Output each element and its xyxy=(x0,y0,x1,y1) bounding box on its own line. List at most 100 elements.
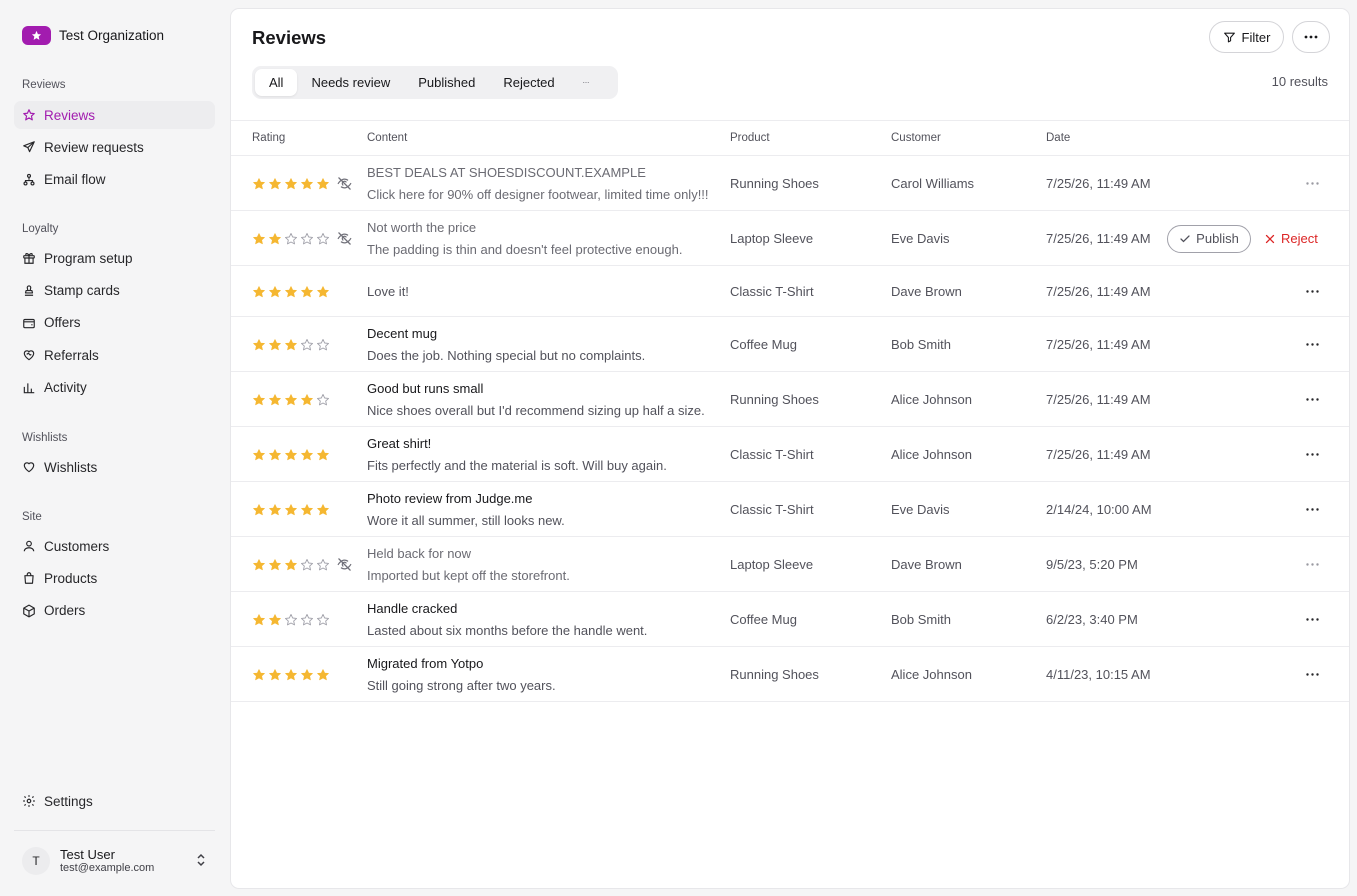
customer-cell: Eve Davis xyxy=(891,501,950,517)
star-empty-icon xyxy=(316,613,330,625)
sidebar: Test Organization Reviews Reviews Review r… xyxy=(0,0,230,896)
table-row[interactable]: Love it! Classic T-Shirt Dave Brown 7/25/26… xyxy=(231,266,1349,317)
row-more-button[interactable] xyxy=(1299,555,1325,575)
rating-stars xyxy=(252,503,330,517)
sidebar-item-customers[interactable]: Customers xyxy=(14,532,215,560)
page-more-button[interactable] xyxy=(1292,21,1330,53)
column-content[interactable]: Content xyxy=(367,132,407,144)
org-badge-star-icon xyxy=(22,26,51,45)
tab-published[interactable]: Published xyxy=(404,69,489,96)
product-cell: Running Shoes xyxy=(730,175,819,191)
sidebar-item-program-setup[interactable]: Program setup xyxy=(14,244,215,272)
sidebar-item-review-requests[interactable]: Review requests xyxy=(14,133,215,161)
ellipsis-icon xyxy=(1305,453,1319,456)
star-filled-icon xyxy=(269,177,281,189)
sidebar-item-label: Wishlists xyxy=(44,459,98,475)
sidebar-item-email-flow[interactable]: Email flow xyxy=(14,166,215,194)
row-more-button[interactable] xyxy=(1299,445,1325,465)
row-more-button[interactable] xyxy=(1299,610,1325,630)
results-count: 10 results xyxy=(1271,74,1328,89)
user-email: test@example.com xyxy=(60,862,155,874)
column-customer[interactable]: Customer xyxy=(891,132,941,144)
user-menu[interactable]: T Test User test@example.com xyxy=(14,830,215,890)
publish-button[interactable]: Publish xyxy=(1167,224,1251,253)
nav-group-title: Site xyxy=(22,511,42,523)
star-filled-icon xyxy=(269,558,281,570)
star-filled-icon xyxy=(285,558,297,570)
customer-cell: Bob Smith xyxy=(891,611,951,627)
org-switcher[interactable]: Test Organization xyxy=(22,26,164,45)
reject-button[interactable]: Reject xyxy=(1264,225,1318,253)
review-body: Wore it all summer, still looks new. xyxy=(367,513,565,528)
star-filled-icon xyxy=(285,177,297,189)
column-product[interactable]: Product xyxy=(730,132,770,144)
row-more-button[interactable] xyxy=(1299,335,1325,355)
sidebar-item-label: Reviews xyxy=(44,107,96,123)
stamp-icon xyxy=(22,283,36,297)
star-empty-icon xyxy=(284,232,298,244)
row-more-button[interactable] xyxy=(1299,282,1325,302)
sidebar-item-stamp-cards[interactable]: Stamp cards xyxy=(14,276,215,304)
customer-cell: Bob Smith xyxy=(891,336,951,352)
row-more-button[interactable] xyxy=(1299,500,1325,520)
sidebar-item-products[interactable]: Products xyxy=(14,564,215,592)
rating-stars xyxy=(252,285,330,299)
sidebar-item-orders[interactable]: Orders xyxy=(14,597,215,625)
tab-rejected[interactable]: Rejected xyxy=(489,69,568,96)
send-icon xyxy=(22,140,36,154)
column-date[interactable]: Date xyxy=(1046,132,1070,144)
star-filled-icon xyxy=(285,338,297,350)
sidebar-item-wishlists[interactable]: Wishlists xyxy=(14,453,215,481)
ellipsis-icon xyxy=(1305,182,1319,185)
review-title: Handle cracked xyxy=(367,601,458,616)
table-row[interactable]: Handle cracked Lasted about six months be… xyxy=(231,592,1349,647)
star-filled-icon xyxy=(269,448,281,460)
table-row[interactable]: Held back for now Imported but kept off t… xyxy=(231,537,1349,592)
ellipsis-icon xyxy=(1305,508,1319,511)
date-cell: 7/25/26, 11:49 AM xyxy=(1046,283,1151,299)
column-rating[interactable]: Rating xyxy=(252,132,285,144)
star-filled-icon xyxy=(269,503,281,515)
sidebar-item-reviews[interactable]: Reviews xyxy=(14,101,215,129)
sidebar-item-label: Orders xyxy=(44,603,86,619)
table-row[interactable]: Not worth the price The padding is thin a… xyxy=(231,211,1349,266)
table-row[interactable]: Photo review from Judge.me Wore it all su… xyxy=(231,482,1349,537)
sidebar-item-label: Email flow xyxy=(44,172,106,188)
table-row[interactable]: Good but runs small Nice shoes overall bu… xyxy=(231,372,1349,427)
star-filled-icon xyxy=(269,668,281,680)
row-more-button[interactable] xyxy=(1299,390,1325,410)
filter-button[interactable]: Filter xyxy=(1209,21,1284,53)
star-filled-icon xyxy=(301,285,313,297)
table-row[interactable]: BEST DEALS AT SHOESDISCOUNT.EXAMPLE Click… xyxy=(231,156,1349,211)
sidebar-item-referrals[interactable]: Referrals xyxy=(14,341,215,369)
ellipsis-icon xyxy=(1305,673,1319,676)
table-row[interactable]: Great shirt! Fits perfectly and the mater… xyxy=(231,427,1349,482)
review-body: The padding is thin and doesn't feel pro… xyxy=(367,242,683,257)
star-filled-icon xyxy=(301,177,313,189)
review-body: Fits perfectly and the material is soft.… xyxy=(367,458,667,473)
review-body: Still going strong after two years. xyxy=(367,678,556,693)
star-empty-icon xyxy=(316,393,330,405)
table-row[interactable]: Decent mug Does the job. Nothing special … xyxy=(231,317,1349,372)
star-filled-icon xyxy=(301,503,313,515)
sidebar-item-label: Program setup xyxy=(44,250,133,266)
gift-icon xyxy=(22,251,36,265)
eye-off-icon xyxy=(337,557,352,572)
table-row[interactable]: Migrated from Yotpo Still going strong af… xyxy=(231,647,1349,702)
sidebar-item-offers[interactable]: Offers xyxy=(14,309,215,337)
star-filled-icon xyxy=(317,503,329,515)
star-filled-icon xyxy=(285,393,297,405)
tab-needs-review[interactable]: Needs review xyxy=(297,69,404,96)
ellipsis-icon xyxy=(1304,35,1318,39)
star-filled-icon xyxy=(285,503,297,515)
row-more-button[interactable] xyxy=(1299,665,1325,685)
sidebar-item-activity[interactable]: Activity xyxy=(14,374,215,402)
tab-all[interactable]: All xyxy=(255,69,298,96)
gear-icon xyxy=(22,794,36,808)
star-empty-icon xyxy=(284,613,298,625)
nav-group-title: Reviews xyxy=(22,79,66,91)
date-cell: 6/2/23, 3:40 PM xyxy=(1046,611,1138,627)
row-more-button[interactable] xyxy=(1299,174,1325,194)
sidebar-item-settings[interactable]: Settings xyxy=(14,787,215,815)
tabs-more-button[interactable] xyxy=(569,69,603,96)
